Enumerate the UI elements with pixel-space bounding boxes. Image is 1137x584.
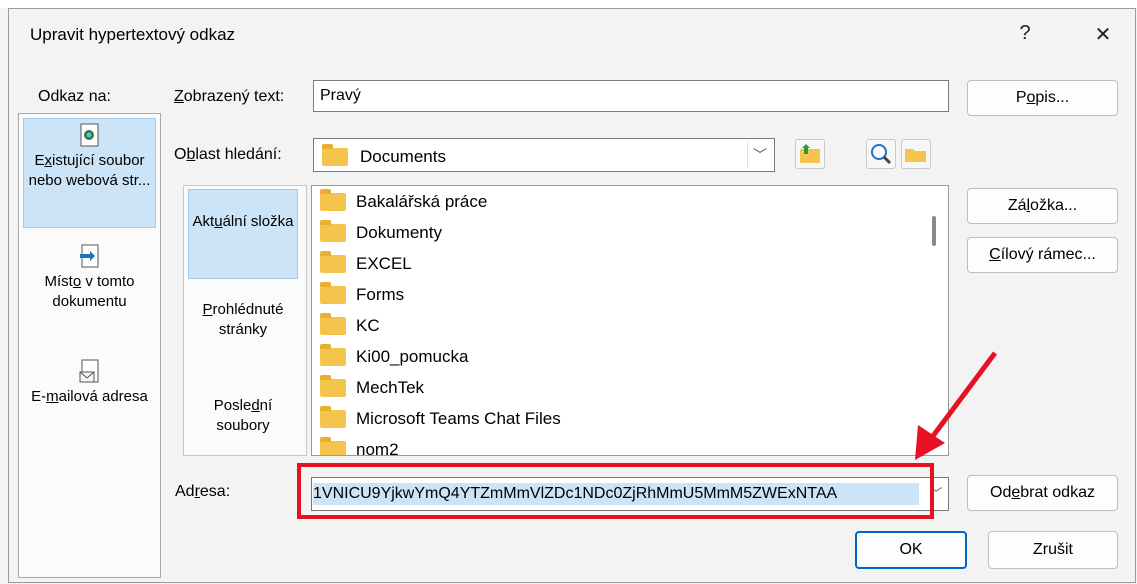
folder-icon xyxy=(320,343,346,366)
file-list-item[interactable]: Forms xyxy=(312,279,948,310)
file-list-item[interactable]: Microsoft Teams Chat Files xyxy=(312,403,948,434)
file-list-item[interactable]: Ki00_pomucka xyxy=(312,341,948,372)
folder-icon xyxy=(320,312,346,335)
tab-browsed-pages[interactable]: Prohlédnuté stránky xyxy=(188,300,298,360)
dialog-title: Upravit hypertextový odkaz xyxy=(30,25,236,44)
screen-tip-button[interactable]: Popis... xyxy=(967,80,1118,116)
tab-recent-files[interactable]: Poslední soubory xyxy=(188,396,298,456)
document-place-icon xyxy=(79,244,98,268)
browse-web-icon[interactable] xyxy=(866,139,896,169)
ok-button[interactable]: OK xyxy=(855,531,967,569)
file-list-item[interactable]: EXCEL xyxy=(312,248,948,279)
web-page-icon xyxy=(80,123,98,147)
file-list-item[interactable]: Dokumenty xyxy=(312,217,948,248)
cancel-button[interactable]: Zrušit xyxy=(988,531,1118,569)
link-to-sidebar: Existující soubor nebo webová str... Mís… xyxy=(18,113,161,578)
file-rows: Bakalářská práce Dokumenty EXCEL Forms KC Ki0… xyxy=(312,186,948,456)
folder-icon xyxy=(320,250,346,273)
file-name: KC xyxy=(356,315,380,335)
file-list-item[interactable]: MechTek xyxy=(312,372,948,403)
open-folder-glyph xyxy=(905,149,926,162)
link-to-label: Odkaz na: xyxy=(38,88,111,105)
close-icon[interactable]: ✕ xyxy=(1088,22,1118,47)
file-list[interactable]: Bakalářská práce Dokumenty EXCEL Forms KC Ki0… xyxy=(311,185,949,456)
scrollbar-thumb[interactable] xyxy=(932,216,936,246)
file-name: EXCEL xyxy=(356,253,412,273)
file-name: Ki00_pomucka xyxy=(356,346,469,366)
browse-file-icon[interactable] xyxy=(901,139,931,169)
email-icon xyxy=(79,359,98,383)
arrow-annotation xyxy=(915,351,998,460)
sidebar-item-existing-file[interactable]: Existující soubor nebo webová str... xyxy=(23,118,156,228)
chevron-down-icon[interactable]: ﹀ xyxy=(747,142,772,168)
browse-web-glyph xyxy=(871,144,892,165)
file-name: MechTek xyxy=(356,377,425,397)
tab-current-folder[interactable]: Aktuální složka xyxy=(188,189,298,279)
top-edge xyxy=(0,0,1137,8)
file-name: Forms xyxy=(356,284,405,304)
bookmark-button[interactable]: Záložka... xyxy=(967,188,1118,224)
file-name: nom2 xyxy=(356,439,399,456)
folder-icon xyxy=(320,436,346,455)
sidebar-item-email[interactable]: E-mailová adresa xyxy=(23,357,156,437)
file-list-item[interactable]: KC xyxy=(312,310,948,341)
file-list-item[interactable]: Bakalářská práce xyxy=(312,186,948,217)
folder-icon xyxy=(322,144,348,166)
look-in-label: Oblast hledání: xyxy=(174,146,282,163)
remove-link-button[interactable]: Odebrat odkaz xyxy=(967,475,1118,511)
look-in-value: Documents xyxy=(360,147,446,166)
sidebar-item-place-in-document[interactable]: Místo v tomto dokumentu xyxy=(23,242,156,332)
display-text-label: Zobrazený text: xyxy=(174,88,285,105)
folder-icon xyxy=(320,219,346,242)
highlight-box xyxy=(297,463,934,519)
folder-icon xyxy=(320,405,346,428)
folder-icon xyxy=(320,188,346,211)
target-frame-button[interactable]: Cílový rámec... xyxy=(967,237,1118,273)
up-one-folder-icon[interactable] xyxy=(795,139,825,169)
look-in-select[interactable]: Documents ﹀ xyxy=(313,138,775,172)
file-name: Bakalářská práce xyxy=(356,191,488,211)
file-list-item[interactable]: nom2 xyxy=(312,434,948,456)
file-name: Dokumenty xyxy=(356,222,442,242)
folder-icon xyxy=(320,281,346,304)
browse-sidebar: Aktuální složka Prohlédnuté stránky Posl… xyxy=(183,185,307,456)
help-button[interactable]: ? xyxy=(1010,22,1040,45)
up-folder-glyph xyxy=(800,144,820,163)
folder-icon xyxy=(320,374,346,397)
file-name: Microsoft Teams Chat Files xyxy=(356,408,561,428)
display-text-input[interactable]: Pravý xyxy=(313,80,949,112)
address-label: Adresa: xyxy=(175,483,231,500)
